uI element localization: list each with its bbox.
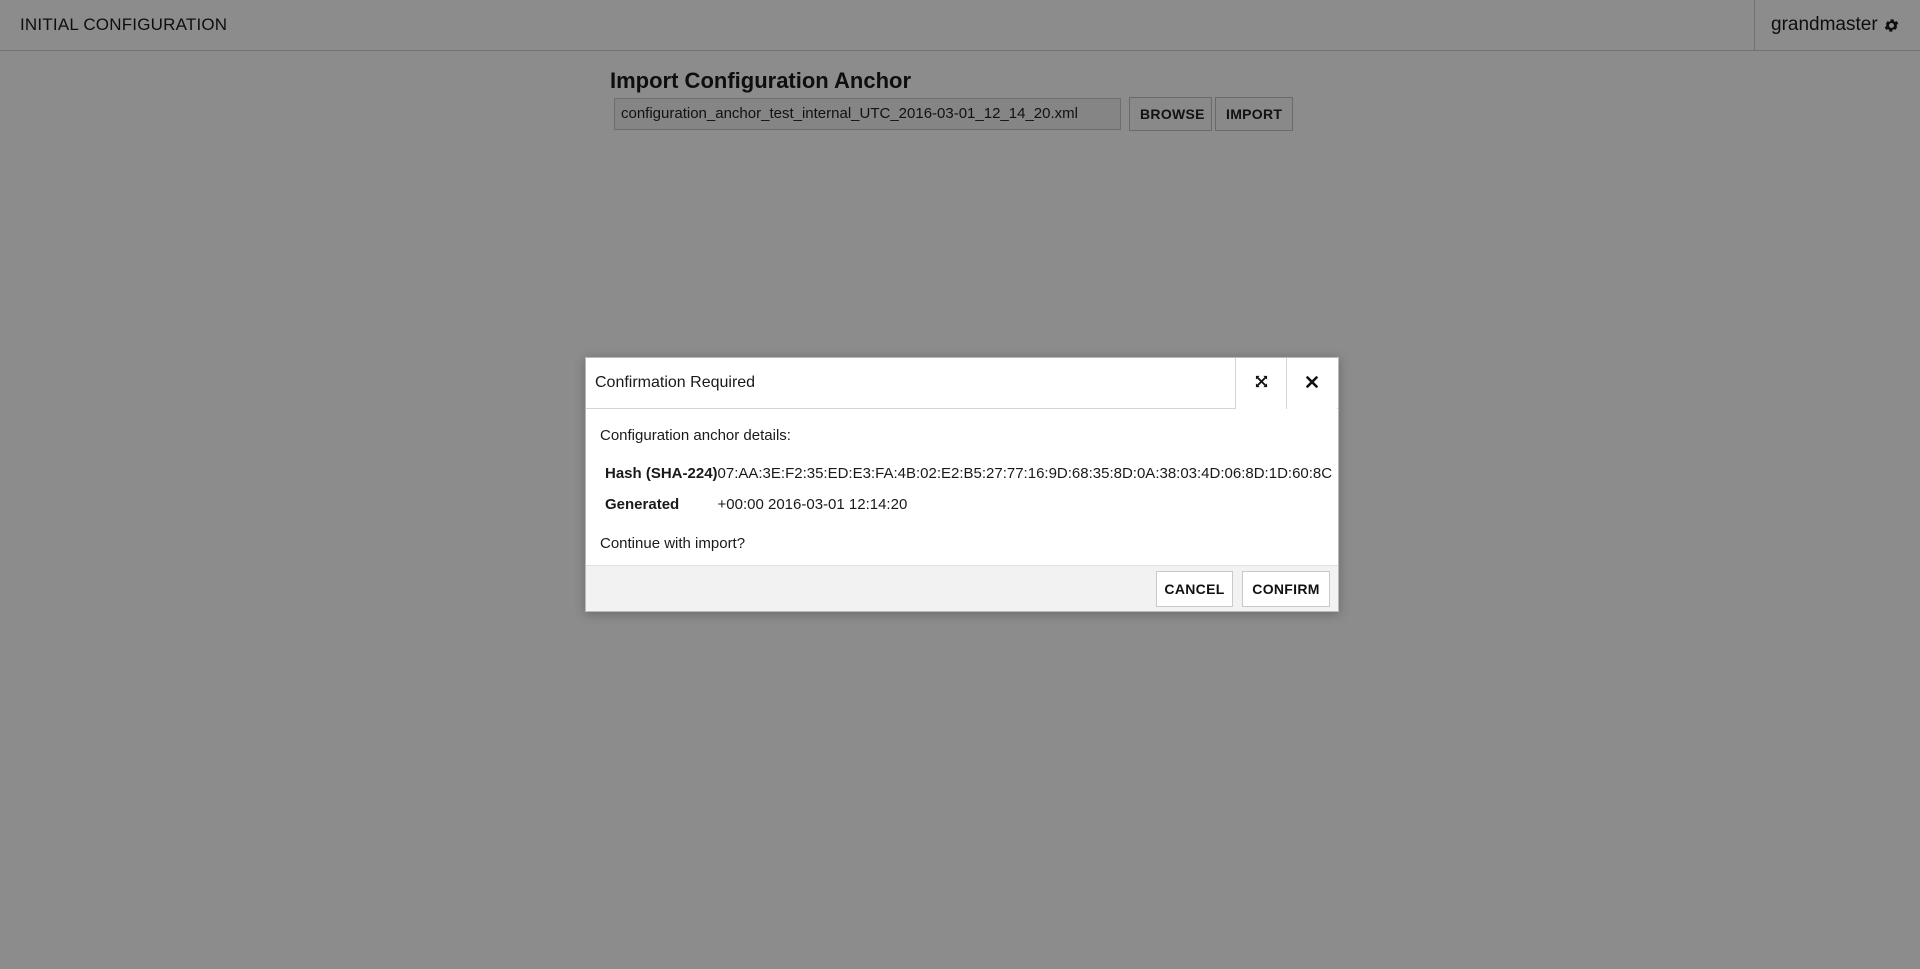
anchor-details-table: Hash (SHA-224) 07:AA:3E:F2:35:ED:E3:FA:4… <box>605 458 1332 520</box>
dialog-header: Confirmation Required <box>586 358 1338 409</box>
maximize-button[interactable] <box>1235 358 1286 409</box>
dialog-footer: CANCEL CONFIRM <box>586 565 1338 611</box>
close-button[interactable] <box>1286 358 1337 409</box>
close-icon <box>1306 375 1318 393</box>
details-intro: Configuration anchor details: <box>600 427 791 444</box>
generated-value: +00:00 2016-03-01 12:14:20 <box>717 496 908 513</box>
generated-label: Generated <box>605 496 680 513</box>
hash-value: 07:AA:3E:F2:35:ED:E3:FA:4B:02:E2:B5:27:7… <box>717 465 1333 482</box>
dialog-title: Confirmation Required <box>595 374 756 391</box>
dialog-body: Configuration anchor details: Hash (SHA-… <box>600 427 1332 552</box>
confirmation-dialog: Confirmation Required Configuration anch… <box>585 357 1339 612</box>
continue-question: Continue with import? <box>600 535 746 552</box>
cancel-button[interactable]: CANCEL <box>1156 571 1233 607</box>
table-row: Generated +00:00 2016-03-01 12:14:20 <box>605 489 1332 520</box>
hash-label: Hash (SHA-224) <box>605 465 718 482</box>
maximize-icon <box>1255 375 1268 393</box>
table-row: Hash (SHA-224) 07:AA:3E:F2:35:ED:E3:FA:4… <box>605 458 1332 489</box>
confirm-button[interactable]: CONFIRM <box>1242 571 1330 607</box>
